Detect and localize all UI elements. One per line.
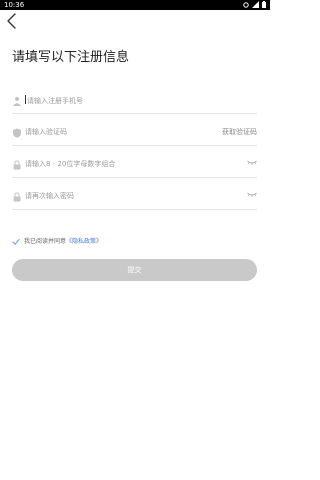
person-icon — [13, 97, 21, 106]
password-input[interactable]: 请输入8 - 20位字母数字组合 — [25, 159, 115, 170]
eye-closed-icon — [247, 192, 257, 197]
code-field[interactable]: 请输入验证码 获取验证码 — [12, 124, 257, 146]
get-code-button[interactable]: 获取验证码 — [222, 127, 257, 138]
agreement-text: 我已阅读并同意《隐私政策》 — [24, 237, 102, 247]
shield-icon — [13, 128, 21, 138]
eye-closed-icon — [247, 160, 257, 165]
lock-icon — [13, 192, 21, 202]
back-arrow-icon — [7, 13, 16, 29]
confirm-visibility-toggle[interactable] — [247, 191, 257, 202]
password-visibility-toggle[interactable] — [247, 159, 257, 170]
confirm-password-input[interactable]: 请再次输入密码 — [25, 191, 74, 202]
back-button[interactable] — [4, 12, 20, 30]
text-cursor — [25, 95, 26, 104]
password-field[interactable]: 请输入8 - 20位字母数字组合 — [12, 156, 257, 178]
signal-icon — [252, 1, 259, 8]
phone-placeholder: 请输入注册手机号 — [27, 97, 83, 105]
battery-icon — [262, 1, 266, 8]
confirm-password-field[interactable]: 请再次输入密码 — [12, 188, 257, 210]
phone-input[interactable]: 请输入注册手机号 — [25, 95, 83, 107]
phone-field[interactable]: 请输入注册手机号 — [12, 92, 257, 114]
privacy-policy-link[interactable]: 《隐私政策》 — [66, 238, 102, 245]
lock-icon — [13, 160, 21, 170]
status-bar: 10:36 — [0, 0, 270, 10]
status-time: 10:36 — [4, 1, 25, 9]
submit-button[interactable]: 提交 — [12, 259, 257, 281]
status-icons — [243, 1, 266, 8]
agreement-label: 我已阅读并同意 — [24, 238, 67, 245]
agreement-checkbox[interactable] — [12, 237, 20, 247]
page-title: 请填写以下注册信息 — [12, 50, 130, 65]
settings-indicator-icon — [243, 1, 249, 8]
checkmark-icon — [12, 238, 20, 245]
code-input[interactable]: 请输入验证码 — [25, 127, 67, 138]
